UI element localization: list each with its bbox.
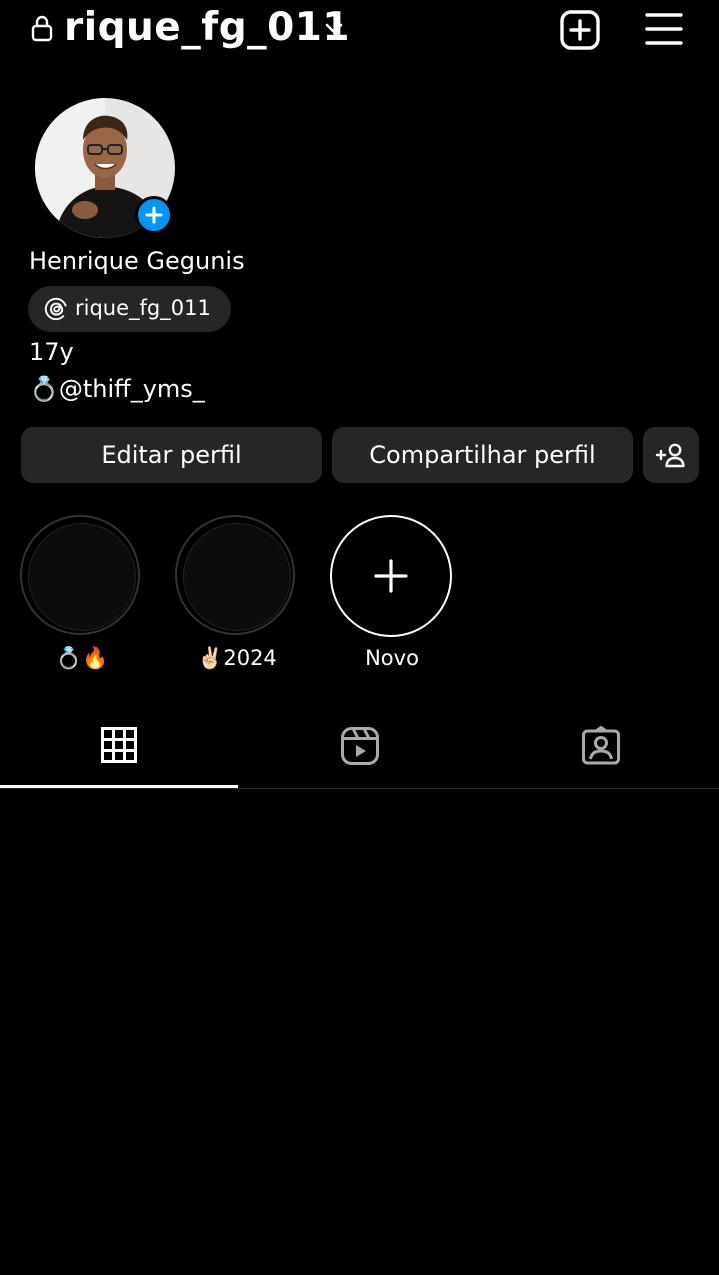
menu-icon[interactable] (642, 8, 686, 52)
plus-icon (374, 559, 408, 593)
highlight-ring (20, 515, 140, 635)
highlight-label: 💍🔥 (55, 646, 109, 670)
share-profile-button[interactable]: Compartilhar perfil (332, 427, 633, 483)
add-post-icon[interactable] (558, 8, 602, 52)
active-tab-indicator (0, 785, 238, 788)
plus-icon (145, 206, 163, 224)
highlight-cover (28, 523, 136, 631)
tab-reels[interactable] (240, 710, 480, 788)
reels-icon (341, 727, 379, 765)
highlight-ring (175, 515, 295, 635)
add-story-button[interactable] (135, 196, 173, 234)
tab-tagged[interactable] (480, 710, 719, 788)
profile-avatar[interactable] (35, 98, 177, 240)
chevron-down-icon[interactable] (322, 16, 346, 40)
posts-grid-icon (101, 727, 137, 763)
bio-line: 17y (29, 338, 74, 366)
add-person-icon (655, 443, 685, 468)
profile-tabs (0, 710, 719, 789)
display-name: Henrique Gegunis (29, 247, 245, 275)
new-highlight-ring (330, 515, 452, 637)
account-username[interactable]: rique_fg_011 (64, 4, 350, 52)
lock-icon (31, 15, 53, 42)
highlight-label: Novo (365, 646, 419, 670)
highlight-cover (183, 523, 291, 631)
tagged-icon (582, 726, 620, 765)
threads-handle: rique_fg_011 (75, 296, 211, 320)
threads-badge[interactable]: rique_fg_011 (28, 286, 231, 332)
threads-icon (44, 297, 68, 321)
bio-mention[interactable]: 💍@thiff_yms_ (29, 372, 205, 406)
discover-people-button[interactable] (643, 427, 699, 483)
tab-posts[interactable] (0, 710, 240, 788)
highlight-label: ✌🏻2024 (197, 646, 277, 670)
edit-profile-button[interactable]: Editar perfil (21, 427, 322, 483)
top-bar: rique_fg_011 (0, 0, 719, 60)
